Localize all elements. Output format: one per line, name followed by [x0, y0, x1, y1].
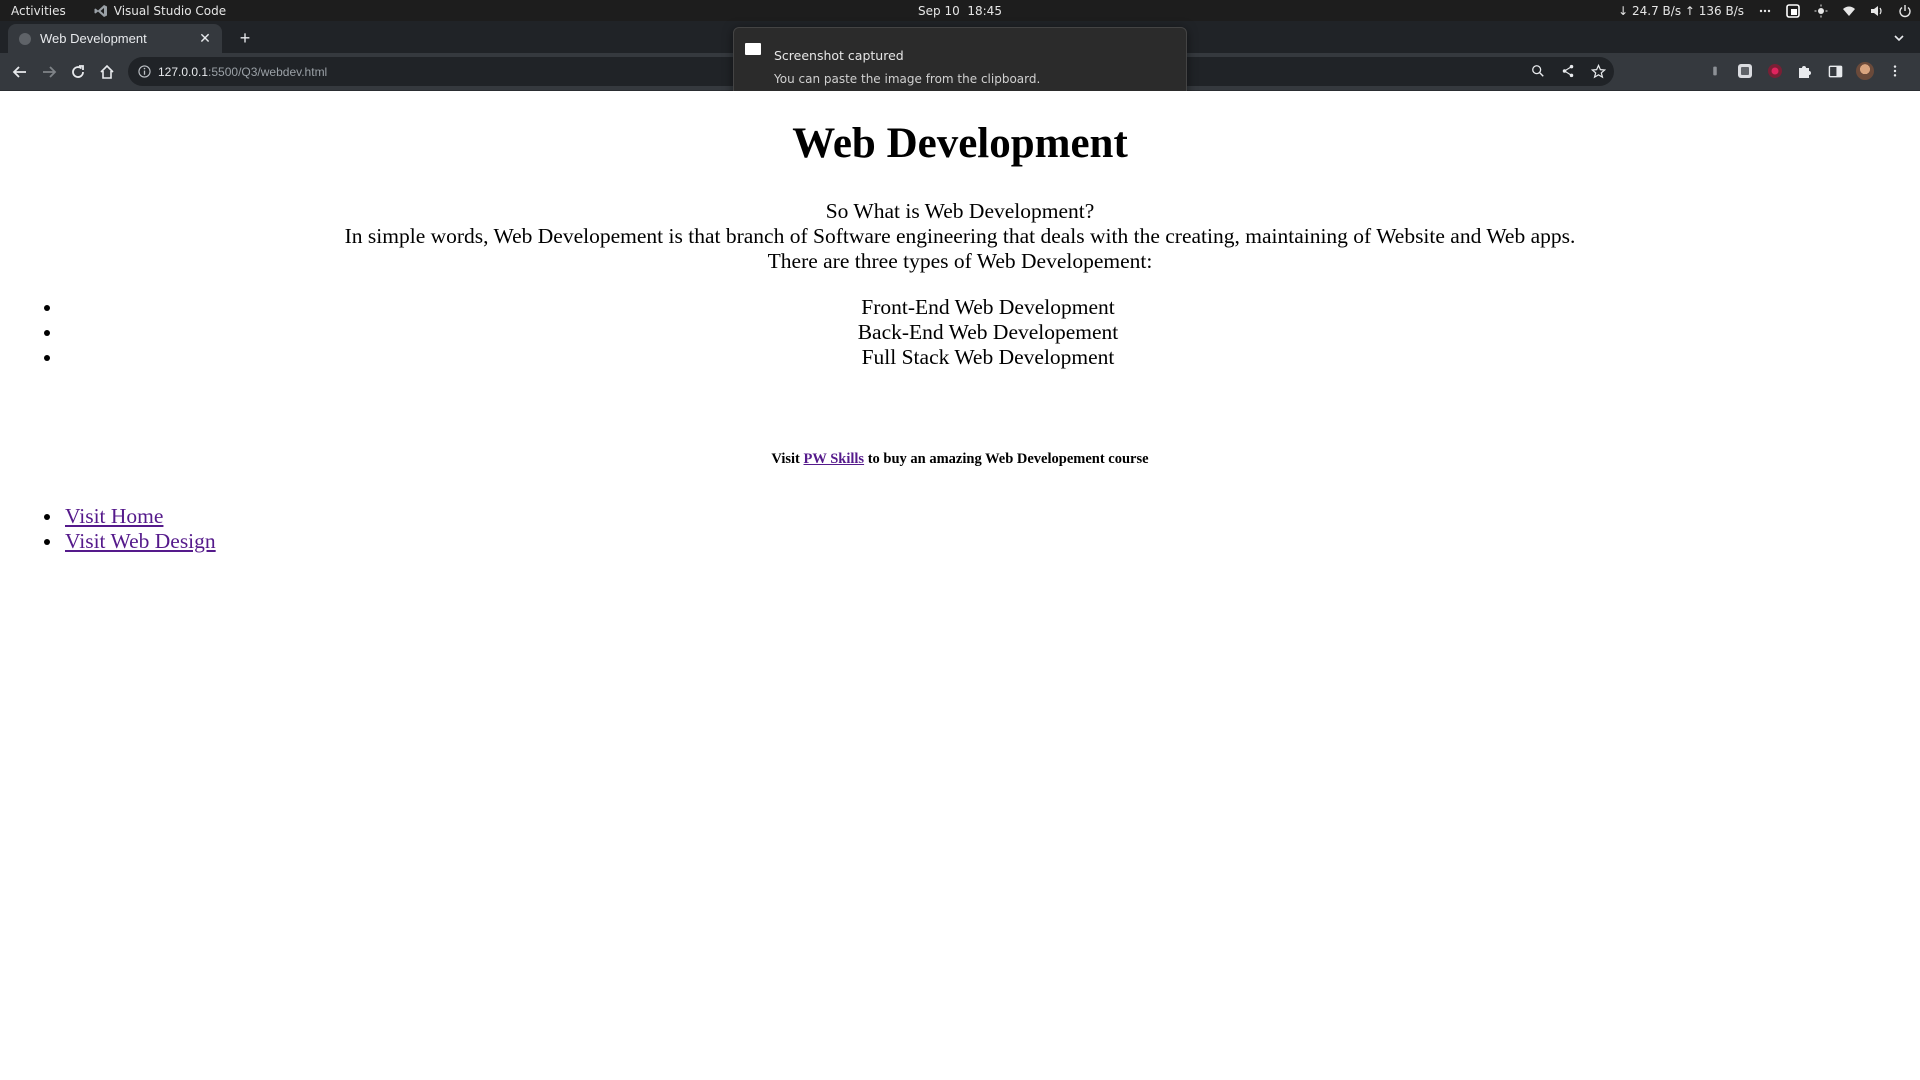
web-page: Web Development So What is Web Developme…: [0, 91, 1920, 1080]
arrow-left-icon: [12, 66, 26, 78]
list-item: Back-End Web Developement: [44, 320, 1920, 345]
clock[interactable]: Sep 10 18:45: [918, 4, 1002, 18]
focused-app-name: Visual Studio Code: [113, 3, 227, 18]
url-host: 127.0.0.1: [158, 64, 209, 79]
pw-skills-link[interactable]: PW Skills: [804, 451, 865, 467]
visit-web-design-link[interactable]: Visit Web Design: [65, 529, 216, 553]
night-light-icon: [1814, 4, 1828, 18]
volume-icon: [1870, 4, 1884, 18]
list-item: Full Stack Web Development: [44, 345, 1920, 370]
home-icon: [100, 64, 114, 79]
zoom-icon[interactable]: [1530, 63, 1546, 79]
chevron-down-icon[interactable]: [1890, 29, 1908, 47]
more-icon[interactable]: [1758, 4, 1772, 18]
share-icon[interactable]: [1560, 63, 1576, 79]
extension-red-icon[interactable]: [1766, 62, 1784, 80]
tab-web-development[interactable]: Web Development ✕: [8, 24, 222, 53]
puzzle-icon[interactable]: [1796, 62, 1814, 80]
globe-icon: [19, 32, 31, 45]
list-item: Front-End Web Development: [44, 295, 1920, 320]
profile-avatar[interactable]: [1856, 62, 1874, 80]
vscode-icon: [94, 4, 107, 17]
focused-app-menu[interactable]: Visual Studio Code: [94, 4, 226, 18]
power-icon: [1898, 4, 1912, 18]
status-area[interactable]: ↓ 24.7 B/s ↑ 136 B/s: [1618, 0, 1912, 21]
close-icon[interactable]: ✕: [196, 30, 214, 48]
screenshot-indicator-icon[interactable]: [1786, 3, 1800, 18]
avatar: [1856, 62, 1874, 80]
tab-title: Web Development: [40, 31, 147, 46]
reload-button[interactable]: [68, 62, 88, 82]
promo-text: Visit PW Skills to buy an amazing Web De…: [0, 451, 1920, 468]
intro-line: In simple words, Web Developement is tha…: [344, 224, 1576, 248]
wifi-icon: [1842, 4, 1856, 18]
list-item: Visit Web Design: [44, 529, 216, 554]
web-dev-types-list: Front-End Web Development Back-End Web D…: [44, 295, 1920, 370]
system-top-bar: Activities Visual Studio Code Sep 10 18:…: [0, 0, 1920, 21]
notification-title: Screenshot captured: [774, 48, 904, 63]
activities-button[interactable]: Activities: [11, 4, 66, 18]
notification-body: You can paste the image from the clipboa…: [774, 72, 1041, 86]
url-path: :5500/Q3/webdev.html: [208, 64, 328, 79]
bookmark-star-icon[interactable]: [1590, 63, 1606, 79]
list-item: Visit Home: [44, 504, 216, 529]
extension-badge-icon[interactable]: [1736, 62, 1754, 80]
promo-suffix: to buy an amazing Web Developement cours…: [864, 451, 1149, 467]
reload-icon: [72, 65, 84, 78]
page-heading: Web Development: [792, 120, 1128, 167]
back-button[interactable]: [10, 62, 30, 82]
side-panel-icon[interactable]: [1826, 62, 1844, 80]
visit-home-link[interactable]: Visit Home: [65, 504, 163, 528]
arrow-right-icon: [43, 66, 57, 78]
intro-line: So What is Web Development?: [825, 199, 1095, 223]
promo-prefix: Visit: [771, 451, 804, 467]
navigation-links: Visit Home Visit Web Design: [44, 504, 216, 554]
screenshot-icon: [745, 43, 761, 55]
home-button[interactable]: [97, 62, 117, 82]
new-tab-button[interactable]: +: [236, 29, 254, 47]
intro-paragraph: So What is Web Development? In simple wo…: [0, 199, 1920, 274]
kebab-menu-icon[interactable]: [1886, 62, 1904, 80]
intro-line: There are three types of Web Developemen…: [767, 249, 1153, 273]
extension-dots-icon[interactable]: [1706, 62, 1724, 80]
forward-button[interactable]: [39, 62, 59, 82]
extensions-area: [1706, 62, 1904, 80]
info-icon[interactable]: [137, 65, 151, 79]
network-speed: ↓ 24.7 B/s ↑ 136 B/s: [1618, 3, 1744, 18]
